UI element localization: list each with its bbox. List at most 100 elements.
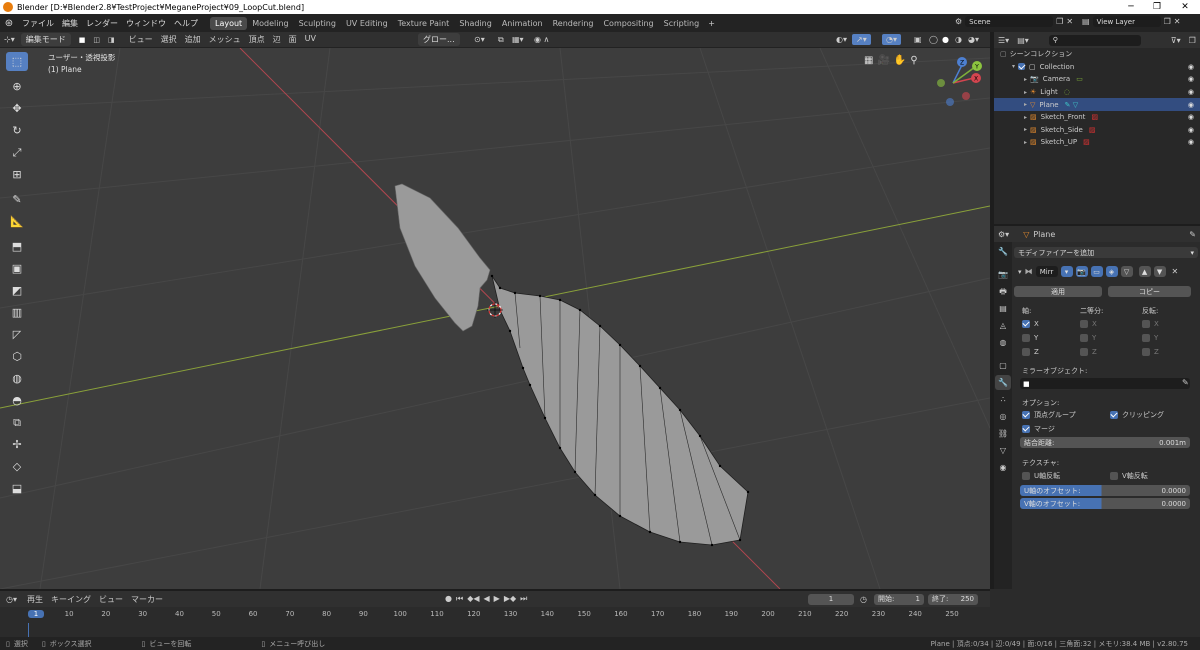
- flip-y-toggle[interactable]: Y: [1142, 334, 1158, 342]
- disclosure-icon[interactable]: ▸: [1024, 76, 1027, 83]
- scene-field[interactable]: Scene: [965, 16, 1054, 27]
- disclosure-icon[interactable]: ▸: [1024, 89, 1027, 96]
- vertex-select-icon[interactable]: ■: [75, 35, 90, 45]
- new-scene-icon[interactable]: ❐: [1056, 17, 1063, 26]
- overlay-toggle-icon[interactable]: ◔▾: [882, 34, 901, 45]
- visibility-icon[interactable]: ◐▾: [832, 34, 851, 45]
- disclosure-icon[interactable]: ▸: [1024, 139, 1027, 146]
- tab-modeling[interactable]: Modeling: [247, 17, 293, 30]
- outliner-item-collection[interactable]: ▾ ▢ Collection ◉: [994, 61, 1200, 74]
- modifier-tab[interactable]: 🔧: [995, 375, 1011, 390]
- maximize-icon[interactable]: ❐: [1144, 0, 1170, 14]
- collapse-icon[interactable]: ▾: [1018, 268, 1022, 276]
- disclosure-icon[interactable]: ▸: [1024, 126, 1027, 133]
- play-icon[interactable]: ▶: [494, 594, 500, 604]
- clipping-checkbox[interactable]: [1110, 411, 1118, 419]
- close-icon[interactable]: ✕: [1172, 0, 1198, 14]
- scene-icon[interactable]: ⚙: [955, 17, 962, 26]
- remove-modifier-icon[interactable]: ✕: [1172, 267, 1179, 276]
- bisect-x-checkbox[interactable]: [1080, 320, 1088, 328]
- menu-item[interactable]: レンダー: [82, 18, 122, 29]
- blender-menu-icon[interactable]: ⊛: [0, 18, 18, 29]
- shrink-tool[interactable]: ✢: [6, 435, 28, 454]
- axis-z-checkbox[interactable]: [1022, 348, 1030, 356]
- modifier-name-field[interactable]: Mirr: [1035, 266, 1058, 277]
- flip-z-checkbox[interactable]: [1142, 348, 1150, 356]
- end-frame-field[interactable]: 終了: 250: [928, 593, 978, 605]
- snap-icon[interactable]: ⧉: [494, 34, 508, 46]
- particles-tab[interactable]: ∴: [995, 392, 1011, 407]
- outliner-item-light[interactable]: ▸ ☀ Light ◌ ◉: [994, 86, 1200, 99]
- jump-end-icon[interactable]: ⏭: [520, 594, 527, 604]
- constraints-tab[interactable]: ⛓: [995, 426, 1011, 441]
- physics-tab[interactable]: ◎: [995, 409, 1011, 424]
- u-offset-slider[interactable]: U軸のオフセット: 0.0000: [1020, 485, 1190, 496]
- snap-target-icon[interactable]: ▦▾: [508, 34, 528, 45]
- viewport-menu-item[interactable]: 追加: [181, 33, 205, 46]
- axis-z-toggle[interactable]: Z: [1022, 348, 1039, 356]
- mirror-object-field[interactable]: ■: [1020, 378, 1190, 389]
- frame-ruler[interactable]: 1 10 20 30 40 50 60 70 80 90 100 110 120 130 140 150 160…: [0, 607, 990, 637]
- camera-view-icon[interactable]: 🎥: [877, 55, 889, 66]
- next-keyframe-icon[interactable]: ▶◆: [504, 594, 516, 604]
- bisect-y-toggle[interactable]: Y: [1080, 334, 1096, 342]
- smooth-tool[interactable]: ◓: [6, 391, 28, 410]
- tab-animation[interactable]: Animation: [497, 17, 548, 30]
- outliner-item-sketch_up[interactable]: ▸ ▨ Sketch_UP ▨ ◉: [994, 136, 1200, 149]
- tab-texture-paint[interactable]: Texture Paint: [393, 17, 455, 30]
- tab-scripting[interactable]: Scripting: [659, 17, 705, 30]
- record-icon[interactable]: ●: [445, 594, 452, 604]
- jump-start-icon[interactable]: ⏮: [456, 594, 463, 604]
- proportional-edit-icon[interactable]: ◉ ∧: [530, 34, 553, 45]
- rip-tool[interactable]: ⬓: [6, 479, 28, 498]
- visibility-eye-icon[interactable]: ◉: [1188, 101, 1194, 109]
- visibility-eye-icon[interactable]: ◉: [1188, 113, 1194, 121]
- scale-tool[interactable]: ⤢: [6, 143, 28, 162]
- visibility-eye-icon[interactable]: ◉: [1188, 88, 1194, 96]
- knife-tool[interactable]: ◸: [6, 325, 28, 344]
- view-layer-field[interactable]: View Layer: [1092, 16, 1161, 27]
- axis-x-checkbox[interactable]: [1022, 320, 1030, 328]
- axis-y-checkbox[interactable]: [1022, 334, 1030, 342]
- viewport-menu-item[interactable]: メッシュ: [205, 33, 245, 46]
- properties-editor-icon[interactable]: ⚙▾: [998, 230, 1009, 239]
- disclosure-icon[interactable]: ▸: [1024, 114, 1027, 121]
- zoom-icon[interactable]: ⚲: [910, 55, 917, 66]
- shear-tool[interactable]: ◇: [6, 457, 28, 476]
- image-data-icon[interactable]: ▨: [1083, 138, 1090, 146]
- bisect-z-checkbox[interactable]: [1080, 348, 1088, 356]
- camera-data-icon[interactable]: ▭: [1076, 75, 1083, 83]
- menu-item[interactable]: ファイル: [18, 18, 58, 29]
- light-data-icon[interactable]: ◌: [1064, 88, 1070, 96]
- loop-cut-tool[interactable]: ▥: [6, 303, 28, 322]
- delete-scene-icon[interactable]: ✕: [1066, 17, 1073, 26]
- current-frame-field[interactable]: 1: [808, 593, 854, 605]
- add-modifier-dropdown[interactable]: モディファイアーを追加 ▾: [1014, 247, 1198, 258]
- 3d-viewport[interactable]: Z X Y ユーザー・透視投影 (1) Plane ▦ 🎥 ✋ ⚲: [0, 48, 990, 589]
- merge-toggle[interactable]: マージ: [1022, 424, 1055, 434]
- exclude-checkbox[interactable]: [1018, 63, 1026, 71]
- vertex-group-toggle[interactable]: 頂点グループ: [1022, 410, 1076, 420]
- render-toggle-icon[interactable]: 📷: [1075, 266, 1088, 277]
- bisect-x-toggle[interactable]: X: [1080, 320, 1097, 328]
- cursor-tool[interactable]: ⊕: [6, 77, 28, 96]
- minimize-icon[interactable]: ─: [1118, 0, 1144, 14]
- viewport-menu-item[interactable]: UV: [301, 33, 320, 46]
- move-up-icon[interactable]: ▲: [1138, 266, 1151, 277]
- viewport-menu-item[interactable]: 面: [285, 33, 301, 46]
- display-mode-icon[interactable]: ▤▾: [1017, 36, 1029, 45]
- outliner-root[interactable]: ▢ シーンコレクション: [994, 48, 1200, 61]
- disclosure-icon[interactable]: ▾: [1012, 63, 1015, 70]
- object-tab[interactable]: ▢: [995, 358, 1011, 373]
- clipping-toggle[interactable]: クリッピング: [1110, 410, 1164, 420]
- on-cage-icon[interactable]: ▽: [1120, 266, 1133, 277]
- extrude-tool[interactable]: ⬒: [6, 237, 28, 256]
- rotate-tool[interactable]: ↻: [6, 121, 28, 140]
- tab-sculpting[interactable]: Sculpting: [294, 17, 341, 30]
- material-tab[interactable]: ◉: [995, 460, 1011, 475]
- axis-x-toggle[interactable]: X: [1022, 320, 1039, 328]
- editmode-toggle-icon[interactable]: ◈: [1105, 266, 1118, 277]
- measure-tool[interactable]: 📐: [6, 212, 28, 231]
- visibility-eye-icon[interactable]: ◉: [1188, 75, 1194, 83]
- move-down-icon[interactable]: ▼: [1153, 266, 1166, 277]
